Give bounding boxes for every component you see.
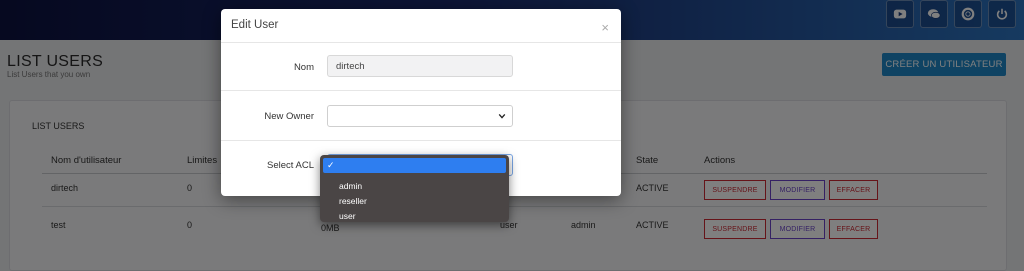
chevron-down-icon — [498, 113, 506, 119]
new-owner-select[interactable] — [327, 105, 513, 127]
acl-option-empty[interactable]: ✓ — [323, 158, 506, 173]
modal-divider-2 — [221, 140, 621, 141]
checkmark-icon: ✓ — [327, 160, 335, 170]
new-owner-label: New Owner — [264, 111, 314, 122]
select-acl-label: Select ACL — [267, 160, 314, 171]
acl-option-reseller[interactable]: reseller — [323, 194, 506, 209]
close-icon[interactable]: × — [601, 20, 609, 35]
nom-label: Nom — [293, 62, 314, 73]
nom-field[interactable]: dirtech — [327, 55, 513, 77]
modal-header-divider — [221, 42, 621, 43]
modal-title: Edit User — [231, 19, 279, 31]
acl-option-admin[interactable]: admin — [323, 179, 506, 194]
modal-divider-1 — [221, 90, 621, 91]
acl-dropdown-menu: ✓ admin reseller user — [320, 155, 509, 222]
acl-option-user[interactable]: user — [323, 209, 506, 224]
